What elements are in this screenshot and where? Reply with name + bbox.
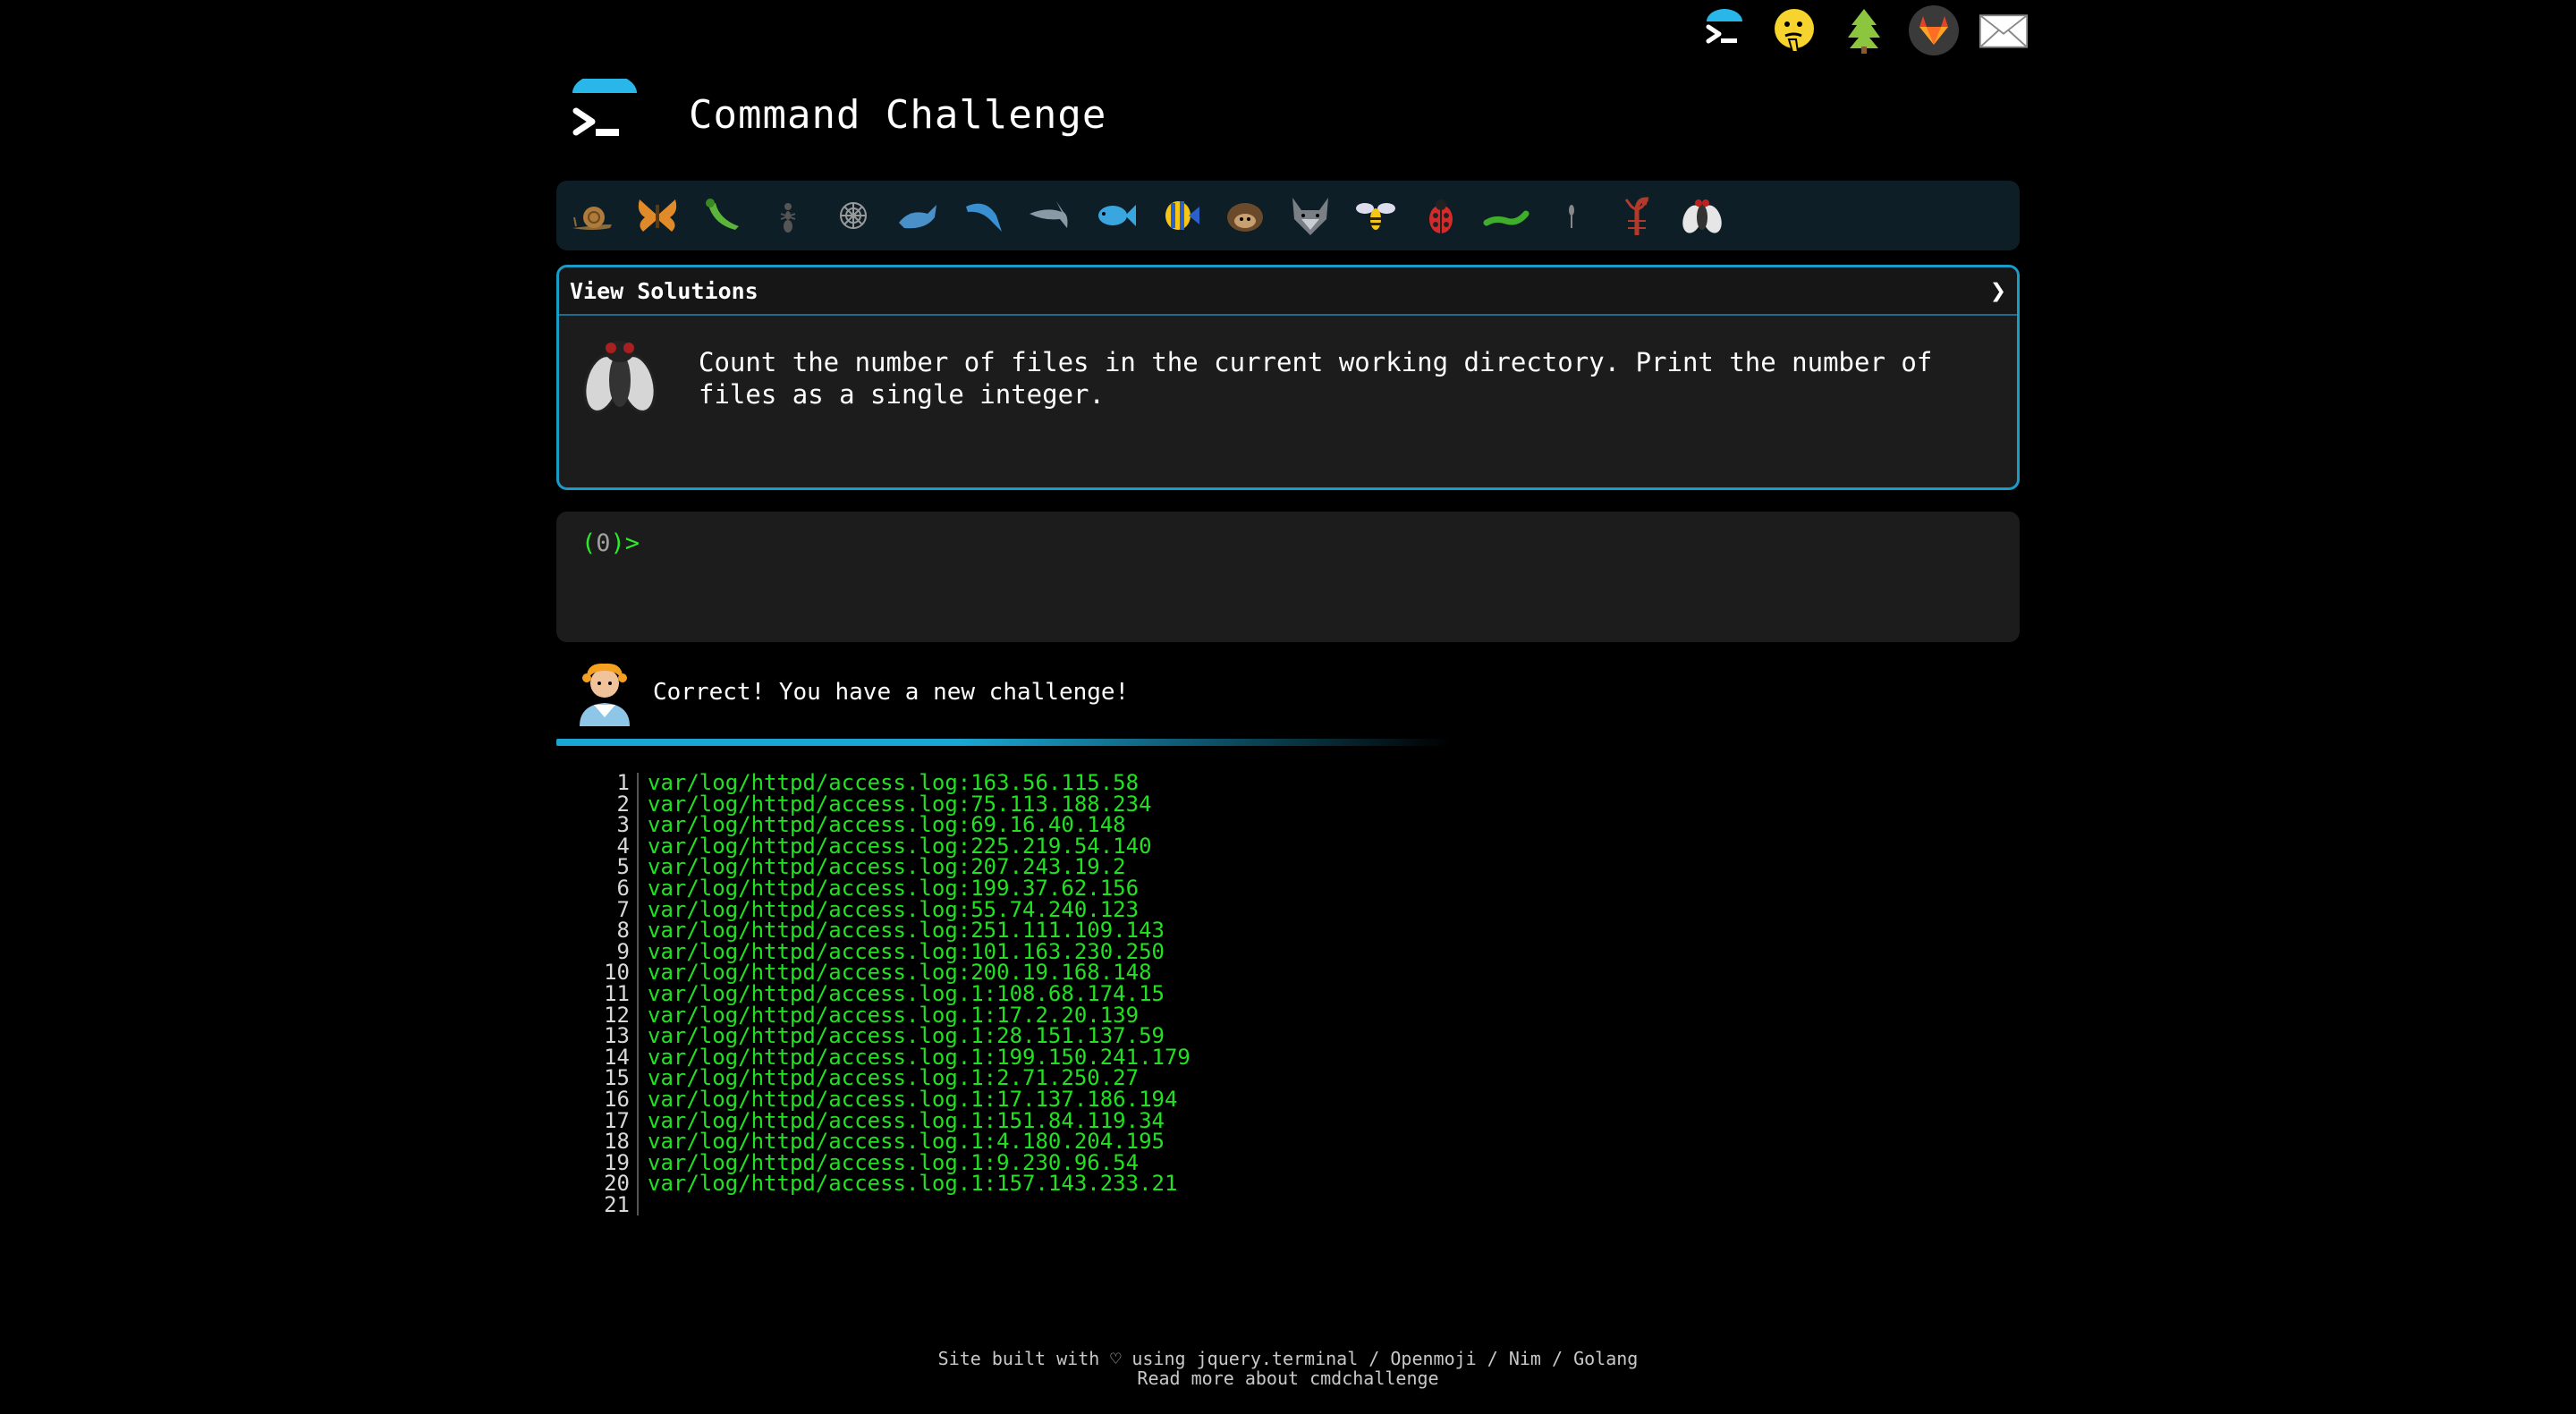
output-line: 11 var/log/httpd/access.log.1:108.68.174.…	[572, 980, 1191, 1006]
spider-web-icon[interactable]	[828, 191, 877, 241]
output-line-text	[639, 1195, 648, 1216]
tree-icon[interactable]	[1839, 5, 1889, 55]
footer: Site built with ♡ using jquery.terminal …	[0, 1349, 2576, 1388]
result-message: Correct! You have a new challenge!	[574, 658, 1129, 726]
line-number: 16	[572, 1088, 639, 1111]
view-solutions-toggle[interactable]: View Solutions ❯	[559, 267, 2017, 316]
chevron-right-icon: ❯	[1989, 275, 2006, 307]
terminal-prompt: (0)>	[581, 529, 640, 557]
gitlab-icon[interactable]	[1909, 5, 1959, 55]
ant-icon[interactable]	[763, 191, 812, 241]
mosquito-icon[interactable]	[1546, 191, 1596, 241]
command-output: 1 var/log/httpd/access.log:163.56.115.58 2…	[572, 772, 1191, 1216]
line-number: 11	[572, 983, 639, 1005]
footer-read-more-link[interactable]: Read more about cmdchallenge	[0, 1368, 2576, 1388]
top-icon-bar	[1699, 5, 2029, 55]
whale-icon[interactable]	[894, 191, 943, 241]
output-line-text: var/log/httpd/access.log.1:108.68.174.15	[648, 980, 1165, 1006]
challenge-description: Count the number of files in the current…	[699, 347, 1933, 410]
ladybug-icon[interactable]	[1416, 191, 1465, 241]
scorpion-icon[interactable]	[1612, 191, 1661, 241]
terminal-logo-icon[interactable]	[1699, 5, 1750, 55]
result-divider	[556, 739, 1451, 746]
fly-icon[interactable]	[1677, 191, 1726, 241]
output-line: 21	[572, 1194, 1191, 1216]
worm-icon[interactable]	[1481, 191, 1530, 241]
hedgehog-icon[interactable]	[1220, 191, 1269, 241]
shark-icon[interactable]	[1024, 191, 1073, 241]
output-line: 16 var/log/httpd/access.log.1:17.137.186.…	[572, 1086, 1191, 1112]
site-title[interactable]: Command Challenge	[689, 92, 1106, 138]
butterfly-icon[interactable]	[632, 191, 682, 241]
snail-icon[interactable]	[567, 191, 616, 241]
caterpillar-icon[interactable]	[698, 191, 747, 241]
site-logo-icon[interactable]	[569, 73, 640, 150]
output-line-text: var/log/httpd/access.log.1:17.137.186.19…	[648, 1086, 1178, 1112]
terminal-input[interactable]: (0)>	[556, 512, 2020, 642]
result-text: Correct! You have a new challenge!	[653, 679, 1130, 706]
tropical-fish-icon[interactable]	[1155, 191, 1204, 241]
wolf-icon[interactable]	[1285, 191, 1335, 241]
page: Command Challenge View Solutions ❯ Count…	[0, 0, 2576, 1414]
challenge-body: Count the number of files in the current…	[559, 316, 2017, 423]
bee-icon[interactable]	[1351, 191, 1400, 241]
output-line: 20 var/log/httpd/access.log.1:157.143.233…	[572, 1173, 1191, 1195]
output-line-text: var/log/httpd/access.log.1:157.143.233.2…	[648, 1171, 1178, 1197]
footer-credits[interactable]: Site built with ♡ using jquery.terminal …	[0, 1349, 2576, 1368]
site-header: Command Challenge	[569, 73, 1106, 150]
challenge-panel: View Solutions ❯ Count the number of fil…	[556, 265, 2020, 490]
avatar-icon	[574, 658, 635, 726]
view-solutions-label: View Solutions	[570, 277, 758, 304]
challenge-icon-bar	[556, 181, 2020, 250]
fly-icon	[575, 334, 665, 423]
fish-icon[interactable]	[1089, 191, 1139, 241]
line-number: 21	[572, 1194, 639, 1216]
dolphin-icon[interactable]	[959, 191, 1008, 241]
mail-icon[interactable]	[1979, 5, 2029, 55]
hint-face-icon[interactable]	[1769, 5, 1819, 55]
